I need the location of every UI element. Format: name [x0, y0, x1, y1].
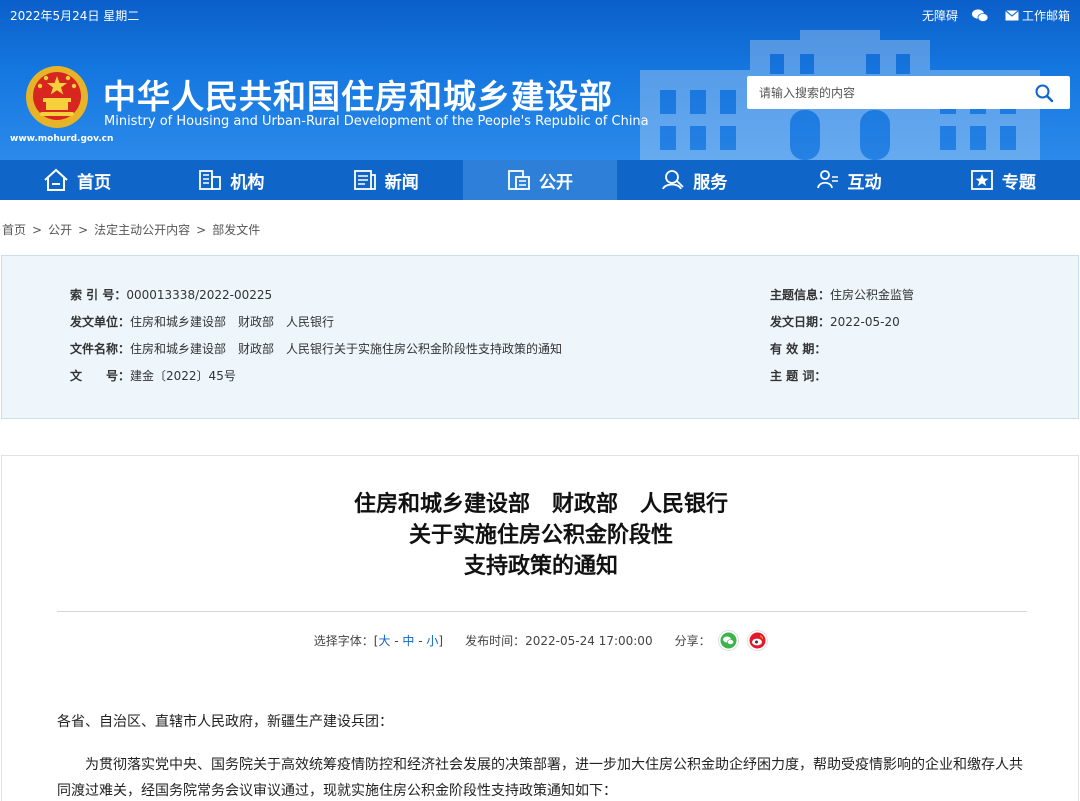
nav-item-public[interactable]: 公开	[462, 160, 618, 200]
nav-item-topics[interactable]: 专题	[926, 160, 1080, 200]
nav-label: 首页	[77, 172, 112, 193]
meta-issue-date: 发文日期：2022-05-20	[770, 313, 900, 330]
search-input[interactable]	[759, 83, 1029, 103]
meta-key: 有 效 期：	[770, 342, 827, 356]
meta-validity: 有 效 期：	[770, 340, 826, 357]
font-size-large-button[interactable]: 大	[378, 634, 390, 648]
breadcrumb-separator: >	[78, 223, 89, 237]
nav-label: 新闻	[384, 172, 419, 193]
title-divider	[57, 611, 1027, 612]
meta-value: 建金〔2022〕45号	[130, 369, 236, 383]
share-wechat-icon[interactable]	[718, 630, 740, 651]
font-size-label: 选择字体：[	[313, 634, 379, 648]
font-size-bracket: ]	[438, 634, 444, 648]
news-icon	[353, 170, 376, 190]
breadcrumb-public[interactable]: 公开	[48, 223, 72, 237]
service-icon	[662, 170, 684, 190]
top-bar: 2022年5月24日 星期二 无障碍 工作邮箱	[0, 0, 1080, 30]
meta-index-number: 索 引 号：000013338/2022-00225	[70, 286, 272, 303]
font-size-small-button[interactable]: 小	[426, 634, 438, 648]
nav-item-service[interactable]: 服务	[617, 160, 771, 200]
font-size-medium-button[interactable]: 中	[402, 634, 414, 648]
share-weibo-icon[interactable]	[747, 630, 769, 651]
publish-time-label: 发布时间：	[465, 634, 526, 648]
meta-value: 住房和城乡建设部 财政部 人民银行关于实施住房公积金阶段性支持政策的通知	[130, 342, 563, 356]
article-title-line: 关于实施住房公积金阶段性	[408, 523, 673, 548]
building-icon	[199, 170, 222, 190]
breadcrumb: 首页 > 公开 > 法定主动公开内容 > 部发文件	[2, 221, 260, 238]
nav-label: 公开	[538, 172, 573, 193]
article-title: 住房和城乡建设部 财政部 人民银行 关于实施住房公积金阶段性 支持政策的通知	[2, 489, 1080, 582]
meta-key: 主 题 词：	[770, 369, 827, 383]
wechat-icon	[971, 9, 988, 22]
interaction-icon	[816, 170, 838, 189]
share-label: 分享：	[674, 634, 711, 648]
meta-value: 2022-05-20	[830, 315, 900, 329]
current-date: 2022年5月24日 星期二	[10, 9, 140, 23]
work-email-label: 工作邮箱	[1021, 9, 1070, 23]
nav-label: 机构	[230, 172, 265, 193]
breadcrumb-separator: >	[196, 223, 207, 237]
meta-document-number: 文 号：建金〔2022〕45号	[70, 367, 236, 384]
meta-key: 索 引 号：	[70, 288, 127, 302]
national-emblem-icon	[26, 66, 88, 128]
meta-issuing-unit: 发文单位：住房和城乡建设部 财政部 人民银行	[70, 313, 334, 330]
search-icon[interactable]	[1034, 83, 1054, 103]
breadcrumb-home[interactable]: 首页	[2, 223, 26, 237]
main-nav: 首页 机构 新闻 公开 服务 互动 专题	[0, 160, 1080, 200]
meta-key: 文 号：	[70, 369, 131, 383]
home-icon	[44, 168, 68, 191]
wechat-link[interactable]	[971, 9, 991, 22]
site-title-en: Ministry of Housing and Urban-Rural Deve…	[104, 114, 649, 129]
meta-key: 主题信息：	[770, 288, 831, 302]
article-salutation: 各省、自治区、直辖市人民政府，新疆生产建设兵团：	[57, 714, 393, 730]
article-title-line: 住房和城乡建设部 财政部 人民银行	[353, 492, 728, 517]
document-icon	[508, 170, 530, 190]
nav-item-news[interactable]: 新闻	[309, 160, 463, 200]
breadcrumb-statutory[interactable]: 法定主动公开内容	[94, 223, 190, 237]
nav-item-interaction[interactable]: 互动	[771, 160, 925, 200]
article-paragraph: 为贯彻落实党中央、国务院关于高效统筹疫情防控和经济社会发展的决策部署，进一步加大…	[57, 757, 1023, 799]
nav-item-organization[interactable]: 机构	[154, 160, 308, 200]
publish-time: 2022-05-24 17:00:00	[525, 634, 653, 648]
article-container: 住房和城乡建设部 财政部 人民银行 关于实施住房公积金阶段性 支持政策的通知 选…	[1, 455, 1079, 801]
accessibility-link[interactable]: 无障碍	[922, 7, 958, 24]
site-title-cn: 中华人民共和国住房和城乡建设部	[103, 77, 613, 116]
meta-value: 住房公积金监管	[830, 288, 915, 302]
site-header: 2022年5月24日 星期二 无障碍 工作邮箱 中华人民共和国住房和城乡建设部 …	[0, 0, 1080, 160]
breadcrumb-ministry-docs[interactable]: 部发文件	[212, 223, 260, 237]
meta-keywords: 主 题 词：	[770, 367, 826, 384]
meta-document-name: 文件名称：住房和城乡建设部 财政部 人民银行关于实施住房公积金阶段性支持政策的通…	[70, 340, 562, 357]
meta-value: 住房和城乡建设部 财政部 人民银行	[130, 315, 335, 329]
nav-label: 服务	[693, 172, 728, 193]
article-info-bar: 选择字体：[大 - 中 - 小] 发布时间：2022-05-24 17:00:00…	[2, 630, 1080, 652]
meta-key: 发文日期：	[770, 315, 831, 329]
article-title-line: 支持政策的通知	[463, 554, 618, 579]
search-box	[747, 76, 1070, 109]
nav-label: 专题	[1001, 172, 1036, 193]
site-url: www.mohurd.gov.cn	[10, 134, 114, 144]
meta-value: 000013338/2022-00225	[126, 288, 273, 302]
work-email-link[interactable]: 工作邮箱	[1005, 7, 1070, 24]
top-links: 无障碍 工作邮箱	[908, 7, 1070, 24]
nav-label: 互动	[847, 172, 882, 193]
nav-item-home[interactable]: 首页	[0, 160, 154, 200]
meta-key: 发文单位：	[70, 315, 131, 329]
document-metadata-panel: 索 引 号：000013338/2022-00225 发文单位：住房和城乡建设部…	[1, 255, 1079, 419]
star-icon	[970, 170, 993, 190]
meta-key: 文件名称：	[70, 342, 131, 356]
mail-icon	[1005, 10, 1019, 21]
breadcrumb-separator: >	[32, 223, 43, 237]
meta-topic: 主题信息：住房公积金监管	[770, 286, 914, 303]
